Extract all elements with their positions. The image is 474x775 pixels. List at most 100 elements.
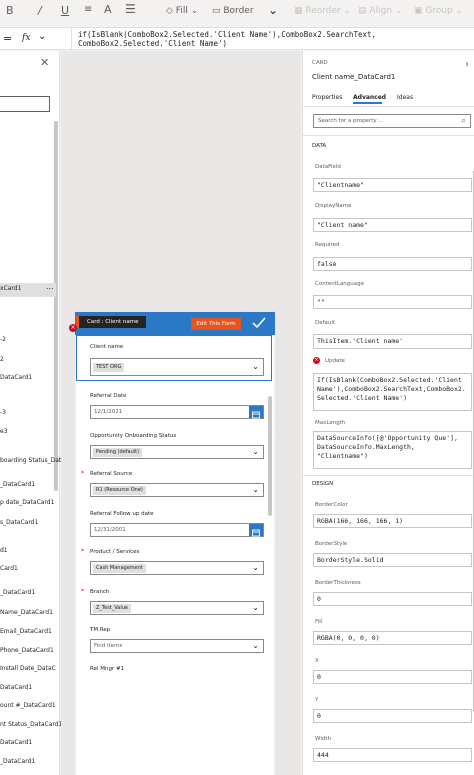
- field-label: Rel Mngr #1: [90, 666, 125, 672]
- property-search-input[interactable]: Search for a property ... ⌕: [313, 114, 471, 128]
- combo-box[interactable]: Z_Test_Value ⌄: [90, 601, 264, 615]
- field-label: Opportunity Onboarding Status: [90, 433, 177, 439]
- tree-item[interactable]: _DataCard1: [0, 481, 35, 488]
- card-tooltip: Card : Client name: [76, 316, 146, 328]
- group-button[interactable]: ▣ Group ⌄: [414, 6, 463, 16]
- property-value-input[interactable]: 0: [313, 592, 472, 606]
- tree-search-input[interactable]: [0, 96, 50, 112]
- property-value-input[interactable]: false: [313, 257, 472, 271]
- italic-icon[interactable]: /: [38, 4, 42, 17]
- date-value: 12/31/2001: [94, 527, 126, 533]
- formula-input[interactable]: if(IsBlank(ComboBox2.Selected.'Client Na…: [78, 30, 468, 48]
- property-value-input[interactable]: 0: [313, 670, 472, 684]
- selected-tag: Pending (default): [93, 448, 143, 457]
- property-value-input[interactable]: RGBA(166, 166, 166, 1): [313, 514, 472, 528]
- property-value-input[interactable]: "": [313, 295, 472, 309]
- scrollbar[interactable]: [54, 121, 58, 491]
- edit-form-button[interactable]: Edit This Form: [191, 318, 241, 330]
- calendar-glyph: [252, 529, 260, 537]
- property-value-input[interactable]: ThisItem.'Client name': [313, 334, 472, 349]
- chevron-down-icon[interactable]: ⌄: [252, 603, 259, 612]
- property-value-input[interactable]: RGBA(0, 0, 0, 0): [313, 631, 472, 645]
- chevron-down-icon[interactable]: ⌄: [252, 641, 259, 650]
- underline-icon[interactable]: U: [61, 4, 69, 17]
- formula-line-1: if(IsBlank(ComboBox2.Selected.'Client Na…: [78, 30, 377, 39]
- equals-icon: =: [3, 32, 13, 45]
- tree-item[interactable]: _DataCard1: [0, 589, 35, 596]
- tree-item[interactable]: Install Date_DataC: [0, 665, 56, 672]
- property-value-input[interactable]: DataSourceInfo([@'Opportunity Que'], Dat…: [313, 431, 472, 469]
- tab-ideas[interactable]: Ideas: [397, 94, 413, 101]
- tree-item[interactable]: e3: [0, 428, 8, 435]
- chevron-down-icon[interactable]: ⌄: [268, 3, 278, 17]
- tab-properties[interactable]: Properties: [312, 94, 342, 101]
- property-value-input[interactable]: 444: [313, 748, 472, 762]
- chevron-down-icon[interactable]: ⌄: [252, 447, 259, 456]
- bold-icon[interactable]: B: [6, 4, 14, 17]
- property-value-input[interactable]: If(IsBlank(ComboBox2.Selected.'Client Na…: [313, 373, 472, 411]
- tree-item[interactable]: Card1: [0, 565, 18, 572]
- calendar-icon[interactable]: [249, 524, 263, 537]
- tree-item[interactable]: boarding Status_Dat: [0, 457, 61, 464]
- date-picker[interactable]: 12/31/2001: [90, 523, 264, 537]
- border-button[interactable]: ▭ Border: [212, 6, 254, 16]
- form-scrollbar[interactable]: [268, 396, 272, 516]
- font-color-icon[interactable]: A: [104, 3, 112, 16]
- property-value-input[interactable]: BorderStyle.Solid: [313, 553, 472, 567]
- property-value-input[interactable]: "Client name": [313, 218, 472, 232]
- tree-item[interactable]: DataCard1: [0, 739, 32, 746]
- calendar-icon[interactable]: [249, 406, 263, 419]
- chevron-right-icon[interactable]: ›: [465, 59, 469, 70]
- date-picker[interactable]: 12/1/2021: [90, 405, 264, 419]
- align-button[interactable]: ▤ Align ⌄: [358, 6, 402, 16]
- chevron-down-icon[interactable]: ⌄: [252, 563, 259, 572]
- tree-item[interactable]: nt Status_DataCard1: [0, 721, 62, 728]
- active-tab-indicator: [353, 102, 382, 104]
- close-icon[interactable]: ✕: [40, 56, 49, 69]
- tree-item[interactable]: _DataCard1: [0, 758, 35, 765]
- tree-item[interactable]: ount #_DataCard1: [0, 702, 56, 709]
- edit-form: Client name TEST ORG ⌄ Referral Date 12/1/20…: [76, 336, 274, 775]
- property-value-input[interactable]: "Clientname": [313, 178, 472, 192]
- tab-advanced[interactable]: Advanced: [353, 94, 386, 101]
- combo-box[interactable]: Find items ⌄: [90, 639, 264, 653]
- tree-item[interactable]: s_DataCard1: [0, 519, 38, 526]
- chevron-down-icon[interactable]: ⌄: [252, 485, 259, 494]
- tree-item[interactable]: Name_DataCard1: [0, 609, 53, 616]
- more-options-icon[interactable]: ...: [46, 282, 54, 291]
- properties-panel: CARD › Client name_DataCard1 Properties …: [302, 51, 474, 775]
- formula-bar: = fx ⌄ if(IsBlank(ComboBox2.Selected.'Cl…: [0, 28, 474, 50]
- combo-box[interactable]: Cash Management ⌄: [90, 561, 264, 575]
- error-icon[interactable]: ×: [313, 357, 320, 364]
- combo-box[interactable]: Pending (default) ⌄: [90, 445, 264, 459]
- tree-item[interactable]: 2: [0, 356, 4, 363]
- tree-item[interactable]: d1: [0, 547, 8, 554]
- property-label: BorderStyle: [315, 541, 348, 547]
- tree-item[interactable]: Phone_DataCard1: [0, 647, 54, 654]
- selected-card-outline[interactable]: [76, 335, 272, 381]
- tree-view-panel: ✕ ... xCard1 -2 2 DataCard1 -3 e3 boarding Sta…: [0, 51, 62, 775]
- tree-item[interactable]: p date_DataCard1: [0, 499, 54, 506]
- tree-item[interactable]: -3: [0, 409, 6, 416]
- strikethrough-icon[interactable]: ≡: [84, 4, 92, 15]
- text-align-icon[interactable]: ☰: [125, 2, 136, 16]
- combo-box[interactable]: R1 (Resource One) ⌄: [90, 483, 264, 497]
- chevron-down-icon[interactable]: ⌄: [38, 31, 46, 42]
- tree-item[interactable]: DataCard1: [0, 374, 32, 381]
- reorder-button[interactable]: ▦ Reorder ⌄: [294, 6, 351, 16]
- checkmark-icon[interactable]: [251, 316, 267, 330]
- property-value-input[interactable]: 0: [313, 709, 472, 723]
- required-asterisk: *: [81, 588, 84, 595]
- tree-item[interactable]: Email_DataCard1: [0, 628, 52, 635]
- card-kind-label: CARD: [312, 60, 328, 66]
- property-label: Update: [325, 358, 345, 364]
- search-placeholder: Search for a property ...: [318, 118, 384, 124]
- field-label: Product / Services: [90, 549, 140, 555]
- error-icon[interactable]: ×: [69, 324, 77, 332]
- tree-item[interactable]: xCard1: [0, 285, 21, 292]
- tree-item[interactable]: -2: [0, 336, 6, 343]
- property-selector[interactable]: = fx ⌄: [0, 28, 72, 50]
- fill-button[interactable]: ◇ Fill ⌄: [166, 6, 198, 16]
- tree-item[interactable]: DataCard1: [0, 684, 32, 691]
- ribbon-toolbar: B / U ≡ A ☰ ◇ Fill ⌄ ▭ Border ⌄ ▦ Reorde…: [0, 0, 474, 28]
